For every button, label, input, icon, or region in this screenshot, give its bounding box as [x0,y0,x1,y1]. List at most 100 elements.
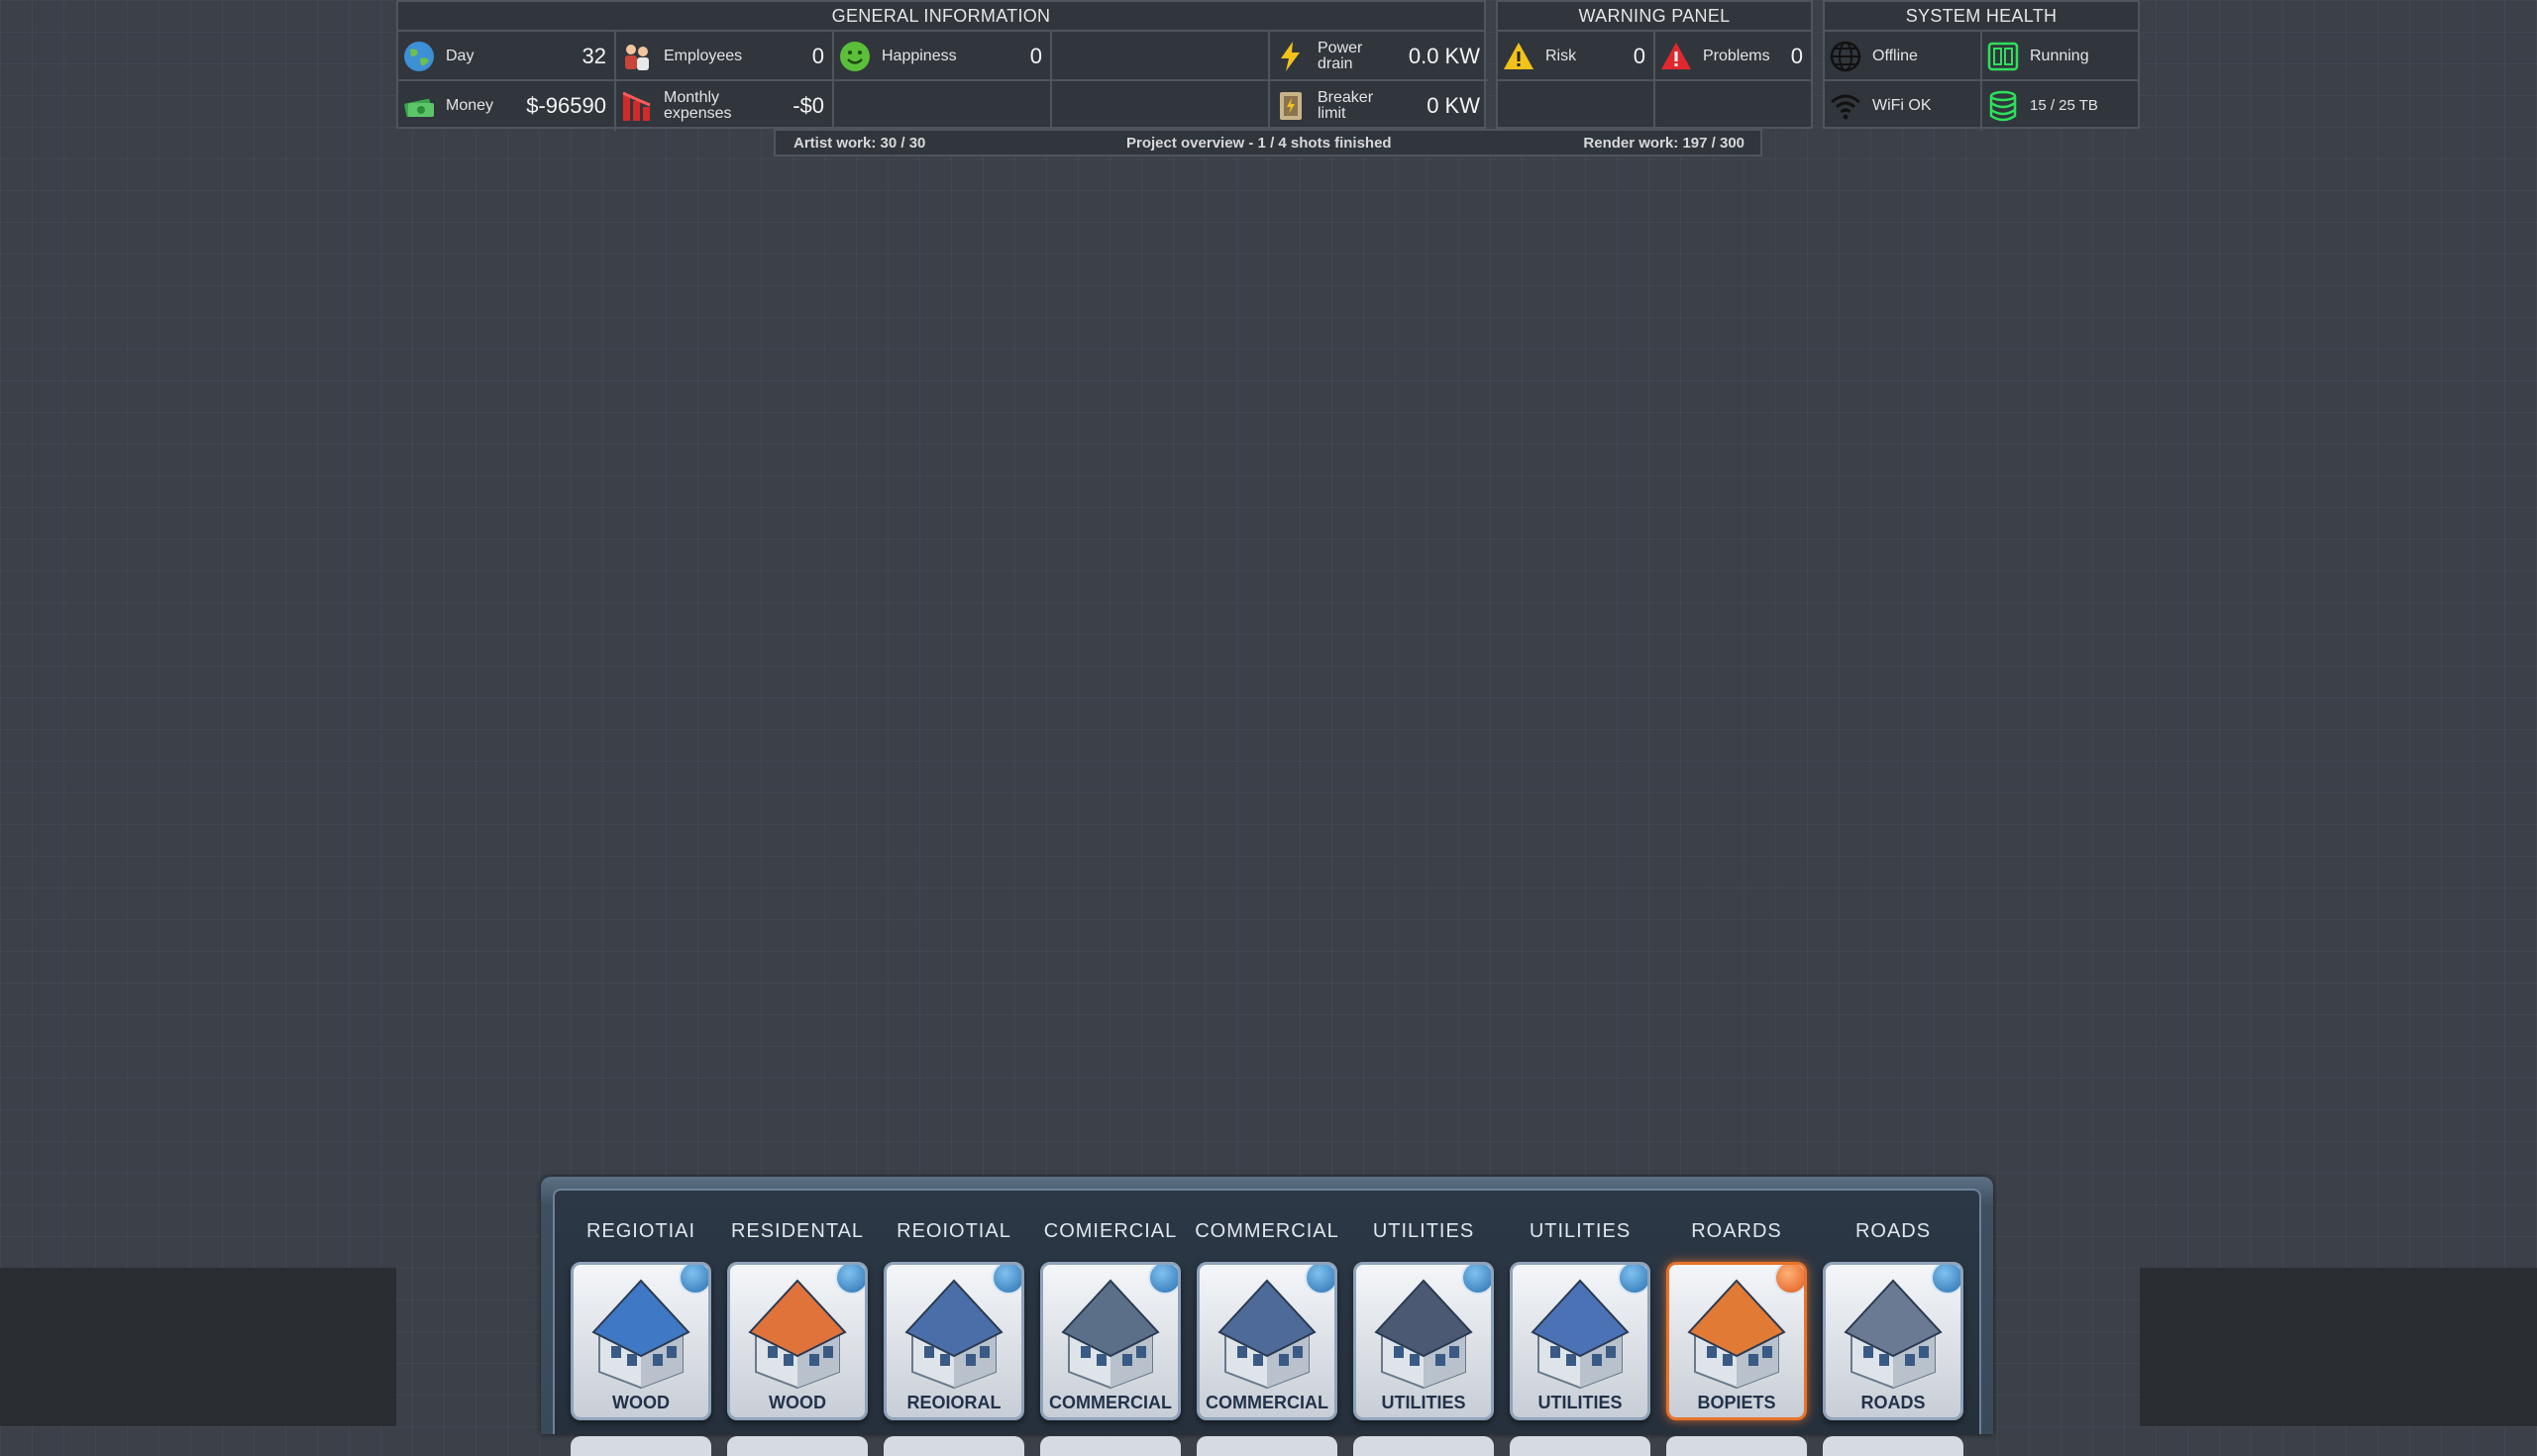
power-drain-label-line1: Power [1318,40,1363,56]
building-card-row2[interactable] [727,1436,868,1456]
building-card-row2[interactable] [1823,1436,1963,1456]
network-status-cell: Offline [1825,32,1982,81]
building-card-caption: WOOD [769,1393,826,1412]
breaker-limit-cell: Breaker limit 0 KW [1270,81,1488,131]
breaker-limit-label-line2: limit [1318,105,1346,122]
build-tab-0[interactable]: REGIOTIAI [569,1220,713,1243]
breaker-icon [1280,92,1302,120]
expense-chart-icon [622,91,651,121]
monthly-expenses-value: -$0 [793,93,824,118]
breaker-limit-value: 0 KW [1427,93,1480,118]
empty-cell [1052,32,1270,81]
problems-cell: Problems 0 [1655,32,1811,81]
breaker-limit-label-line1: Breaker [1318,89,1374,106]
card-badge-icon [992,1265,1021,1295]
database-icon [1989,90,2017,122]
building-card-2[interactable]: REOIORAL [884,1262,1024,1420]
building-card-row2[interactable] [884,1436,1024,1456]
project-overview-text: Project overview - 1 / 4 shots finished [1126,135,1392,152]
power-drain-value: 0.0 KW [1408,44,1480,68]
general-information-panel: GENERAL INFORMATION Day 32 Employees 0 H… [396,0,1488,131]
building-card-row2[interactable] [1040,1436,1181,1456]
general-information-title: GENERAL INFORMATION [398,2,1484,32]
monthly-expenses-label-line1: Monthly [664,89,720,106]
build-tab-2[interactable]: REOIOTIAL [882,1220,1026,1243]
bottom-right-strip [2140,1268,2537,1426]
smiley-icon [840,42,870,71]
building-card-row2[interactable] [571,1436,711,1456]
server-status-cell: Running [1982,32,2138,81]
building-card-4[interactable]: COMMERCIAL [1197,1262,1337,1420]
building-card-row2[interactable] [1510,1436,1650,1456]
network-status-label: Offline [1872,48,1918,64]
money-cell: Money $-96590 [398,81,616,131]
employees-value: 0 [811,44,824,68]
day-value: 32 [581,44,606,68]
happiness-value: 0 [1029,44,1042,68]
power-drain-cell: Power drain 0.0 KW [1270,32,1488,81]
happiness-label: Happiness [882,48,957,64]
wifi-status-label: WiFi OK [1872,97,1932,114]
happiness-cell: Happiness 0 [834,32,1052,81]
build-tab-6[interactable]: UTILITIES [1508,1220,1652,1243]
people-icon [625,45,649,70]
building-card-row2[interactable] [1353,1436,1494,1456]
employees-cell: Employees 0 [616,32,834,81]
cash-icon [404,98,434,118]
building-card-1[interactable]: WOOD [727,1262,868,1420]
monthly-expenses-label: Monthly expenses [664,81,732,131]
empty-cell [1052,81,1270,131]
build-tab-1[interactable]: RESIDENTAL [725,1220,870,1243]
build-tab-5[interactable]: UTILITIES [1351,1220,1496,1243]
progress-bar-strip: Artist work: 30 / 30 Project overview - … [774,129,1762,156]
server-icon [1987,42,2019,71]
building-card-0[interactable]: WOOD [571,1262,711,1420]
building-card-7[interactable]: BOPIETS [1666,1262,1807,1420]
system-health-title: SYSTEM HEALTH [1825,2,2138,32]
empty-cell [1655,81,1811,131]
problems-value: 0 [1790,44,1803,68]
build-tab-4[interactable]: COMMERCIAL [1195,1220,1339,1243]
build-tab-7[interactable]: ROARDS [1664,1220,1809,1243]
building-card-8[interactable]: ROADS [1823,1262,1963,1420]
warning-panel: WARNING PANEL Risk 0 Problems 0 [1496,0,1813,131]
card-badge-icon [1774,1265,1804,1295]
card-badge-icon [1305,1265,1334,1295]
warning-panel-title: WARNING PANEL [1498,2,1811,32]
storage-cell: 15 / 25 TB [1982,81,2138,131]
power-drain-label-line2: drain [1318,55,1353,72]
card-badge-icon [679,1265,708,1295]
building-card-5[interactable]: UTILITIES [1353,1262,1494,1420]
server-status-label: Running [2030,48,2089,64]
card-badge-icon [1148,1265,1178,1295]
breaker-limit-label: Breaker limit [1318,81,1373,131]
building-card-caption: WOOD [612,1393,670,1412]
money-value: $-96590 [526,93,606,118]
money-label: Money [446,97,494,114]
card-badge-icon [1618,1265,1647,1295]
power-drain-label: Power drain [1318,32,1362,81]
building-card-caption: UTILITIES [1537,1393,1623,1412]
building-card-row2[interactable] [1197,1436,1337,1456]
risk-cell: Risk 0 [1498,32,1655,81]
day-cell: Day 32 [398,32,616,81]
employees-label: Employees [664,48,743,64]
building-card-caption: UTILITIES [1381,1393,1466,1412]
building-card-caption: BOPIETS [1697,1393,1776,1412]
build-menu: REGIOTIAI RESIDENTAL REOIOTIAL COMIERCIAL CO… [541,1177,1993,1456]
globe-grid-icon [1830,41,1861,72]
monthly-expenses-label-line2: expenses [664,105,732,122]
build-tab-8[interactable]: ROADS [1821,1220,1965,1243]
card-badge-icon [835,1265,865,1295]
building-card-3[interactable]: COMMERCIAL [1040,1262,1181,1420]
storage-label: 15 / 25 TB [2030,97,2098,114]
build-tab-3[interactable]: COMIERCIAL [1038,1220,1183,1243]
building-card-6[interactable]: UTILITIES [1510,1262,1650,1420]
building-card-caption: REOIORAL [906,1393,1002,1412]
risk-label: Risk [1545,48,1577,64]
build-menu-inner: REGIOTIAI RESIDENTAL REOIOTIAL COMIERCIAL CO… [553,1189,1981,1456]
empty-cell [834,81,1052,131]
card-badge-icon [1931,1265,1960,1295]
building-card-row2[interactable] [1666,1436,1807,1456]
lightning-icon [1281,42,1300,71]
